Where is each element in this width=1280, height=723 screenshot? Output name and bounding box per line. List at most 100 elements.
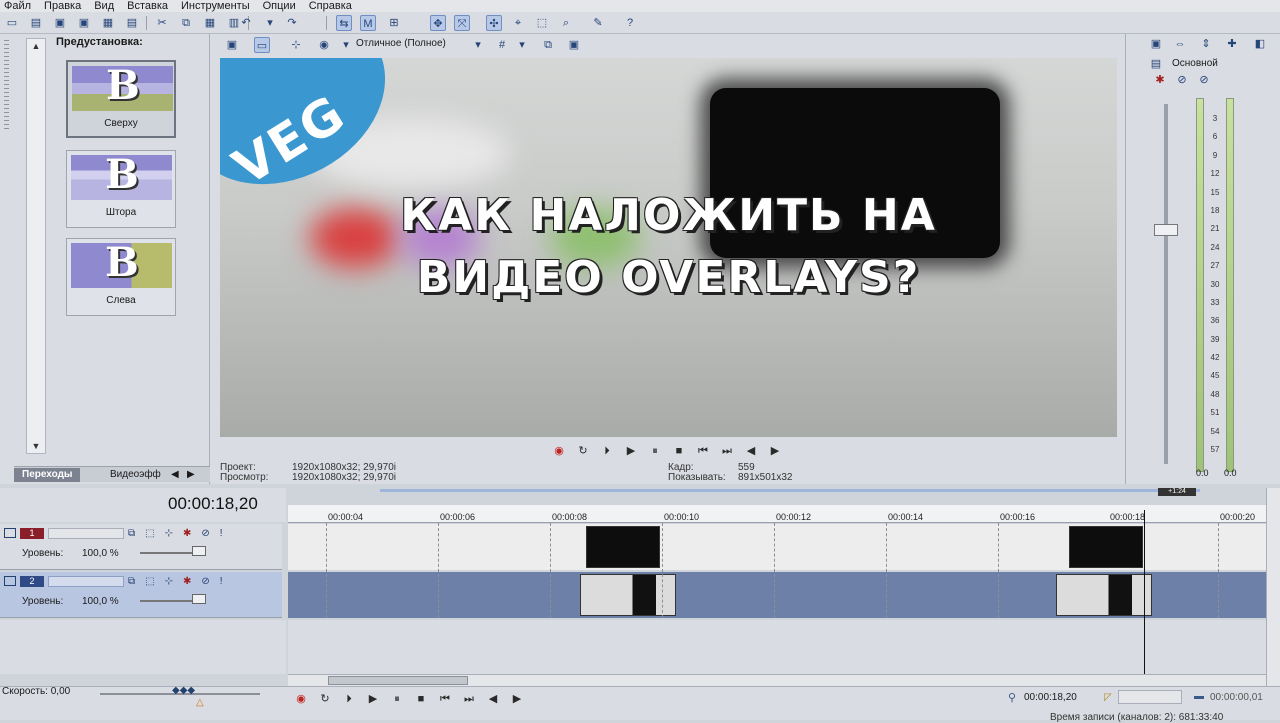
go-start-icon[interactable]: ⏮ xyxy=(436,691,454,707)
save-snapshot-icon[interactable]: ▣ xyxy=(566,37,582,53)
snap-icon[interactable]: ✥ xyxy=(430,15,446,31)
dim-icon[interactable]: ⇕ xyxy=(1198,36,1214,52)
timeline-vscroll[interactable] xyxy=(1266,488,1280,686)
preset-top[interactable]: B Сверху xyxy=(66,60,176,138)
track-level-knob[interactable] xyxy=(192,594,206,604)
prev-frame-icon[interactable]: ◀ xyxy=(484,691,502,707)
undo-dropdown-icon[interactable]: ▾ xyxy=(262,15,278,31)
zoom-tool-icon[interactable]: ⌕ xyxy=(558,15,574,31)
track-fx-icon[interactable]: ⊹ xyxy=(165,528,173,539)
redo-icon[interactable]: ↷ xyxy=(284,15,300,31)
record-icon[interactable]: ◉ xyxy=(550,443,568,459)
track-level-slider[interactable] xyxy=(140,552,200,554)
record-icon[interactable]: ◉ xyxy=(292,691,310,707)
track-lane-2[interactable] xyxy=(288,572,1266,618)
go-end-icon[interactable]: ⏭ xyxy=(460,691,478,707)
video-frame[interactable]: VEG КАК НАЛОЖИТЬ НА ВИДЕО OVERLAYS? xyxy=(220,58,1117,437)
track-level-slider[interactable] xyxy=(140,600,200,602)
playhead[interactable] xyxy=(1144,510,1145,674)
play-icon[interactable]: ▶ xyxy=(622,443,640,459)
paste-icon[interactable]: ▦ xyxy=(202,15,218,31)
menu-help[interactable]: Справка xyxy=(305,0,361,12)
tab-transitions[interactable]: Переходы xyxy=(14,468,81,482)
envelope-edit-icon[interactable]: ⊞ xyxy=(386,15,402,31)
pause-icon[interactable]: ⏸ xyxy=(646,443,664,459)
track-mute-icon[interactable]: ✱ xyxy=(183,528,191,539)
track-mute-icon[interactable]: ✱ xyxy=(183,576,191,587)
save-icon[interactable]: ▣ xyxy=(52,15,68,31)
split-screen-icon[interactable]: ⊹ xyxy=(288,37,304,53)
new-project-icon[interactable]: ▭ xyxy=(4,15,20,31)
preset-scrollbar[interactable]: ▲ ▼ xyxy=(26,38,46,454)
properties-icon[interactable]: ▤ xyxy=(124,15,140,31)
marker-bar[interactable] xyxy=(380,489,1200,492)
quality-dropdown-icon[interactable]: ▾ xyxy=(338,37,354,53)
menu-tools[interactable]: Инструменты xyxy=(177,0,259,12)
preview-fx-icon[interactable]: ◉ xyxy=(316,37,332,53)
go-end-icon[interactable]: ⏭ xyxy=(718,443,736,459)
tab-scroll-right-icon[interactable]: ▶ xyxy=(184,468,198,482)
menu-view[interactable]: Вид xyxy=(90,0,123,12)
open-folder-icon[interactable]: ▤ xyxy=(28,15,44,31)
selection-tool-icon[interactable]: ⬚ xyxy=(534,15,550,31)
loop-icon[interactable]: ↻ xyxy=(574,443,592,459)
track-solo-icon[interactable]: ⊘ xyxy=(201,576,209,587)
copy-icon[interactable]: ⧉ xyxy=(178,15,194,31)
overlays-icon[interactable]: # xyxy=(494,37,510,53)
timeline-empty-area[interactable] xyxy=(288,620,1266,674)
track-motion-icon[interactable]: ⧉ xyxy=(128,576,135,587)
quality-arrow-icon[interactable]: ▾ xyxy=(470,37,486,53)
ripple-icon[interactable]: ⇆ xyxy=(336,15,352,31)
stop-icon[interactable]: ■ xyxy=(670,443,688,459)
external-monitor-icon[interactable]: ▭ xyxy=(254,37,270,53)
master-fader-knob[interactable] xyxy=(1154,224,1178,236)
video-clip[interactable] xyxy=(1069,526,1143,568)
track-expand-icon[interactable] xyxy=(4,576,16,586)
track-expand-icon[interactable] xyxy=(4,528,16,538)
track-lock-icon[interactable]: ! xyxy=(220,528,223,539)
selection-length-field[interactable] xyxy=(1118,690,1182,704)
preview-properties-icon[interactable]: ▣ xyxy=(224,37,240,53)
cut-icon[interactable]: ✂ xyxy=(154,15,170,31)
tab-scroll-left-icon[interactable]: ◀ xyxy=(168,468,182,482)
track-lock-icon[interactable]: ! xyxy=(220,576,223,587)
stop-icon[interactable]: ■ xyxy=(412,691,430,707)
prev-frame-icon[interactable]: ◀ xyxy=(742,443,760,459)
composite-mode-icon[interactable]: ⬚ xyxy=(145,576,154,587)
timeline-hscroll[interactable] xyxy=(288,674,1266,686)
brush-icon[interactable]: ✎ xyxy=(590,15,606,31)
solo-icon[interactable]: ⊘ xyxy=(1196,72,1212,88)
master-fader-track[interactable] xyxy=(1164,104,1168,464)
menu-file[interactable]: Файл xyxy=(0,0,40,12)
pause-icon[interactable]: ⏸ xyxy=(388,691,406,707)
menu-insert[interactable]: Вставка xyxy=(123,0,177,12)
track-fx-icon[interactable]: ⊹ xyxy=(165,576,173,587)
normal-edit-icon[interactable]: M xyxy=(360,15,376,31)
preview-quality-select[interactable]: Отличное (Полное) xyxy=(356,38,446,49)
mixer-properties-icon[interactable]: ▣ xyxy=(1148,36,1164,52)
track-level-knob[interactable] xyxy=(192,546,206,556)
composite-mode-icon[interactable]: ⬚ xyxy=(145,528,154,539)
fx-icon[interactable]: ✱ xyxy=(1152,72,1168,88)
video-clip[interactable] xyxy=(586,526,660,568)
mute-icon[interactable]: ⊘ xyxy=(1174,72,1190,88)
timeline-ruler[interactable]: 00:00:04 00:00:06 00:00:08 00:00:10 00:0… xyxy=(288,505,1266,523)
track-name-field[interactable] xyxy=(48,576,124,587)
menu-edit[interactable]: Правка xyxy=(40,0,90,12)
preset-left[interactable]: B Слева xyxy=(66,238,176,316)
track-header-2[interactable]: 2 ⧉ ⬚ ⊹ ✱ ⊘ ! Уровень: 100,0 % xyxy=(0,572,282,618)
panel-grip[interactable] xyxy=(4,40,9,130)
track-motion-icon[interactable]: ⧉ xyxy=(128,528,135,539)
next-frame-icon[interactable]: ▶ xyxy=(508,691,526,707)
track-header-1[interactable]: 1 ⧉ ⬚ ⊹ ✱ ⊘ ! Уровень: 100,0 % xyxy=(0,524,282,570)
video-clip[interactable] xyxy=(1056,574,1152,616)
undo-icon[interactable]: ↶ xyxy=(238,15,254,31)
downmix-icon[interactable]: ⇔ xyxy=(1172,36,1188,52)
render-icon[interactable]: ▦ xyxy=(100,15,116,31)
preset-curtain[interactable]: B Штора xyxy=(66,150,176,228)
save-as-icon[interactable]: ▣ xyxy=(76,15,92,31)
overlays-dropdown-icon[interactable]: ▾ xyxy=(514,37,530,53)
play-from-start-icon[interactable]: ⏵ xyxy=(340,691,358,707)
scroll-up-icon[interactable]: ▲ xyxy=(27,39,45,53)
auto-crossfade-icon[interactable]: ⤧ xyxy=(454,15,470,31)
